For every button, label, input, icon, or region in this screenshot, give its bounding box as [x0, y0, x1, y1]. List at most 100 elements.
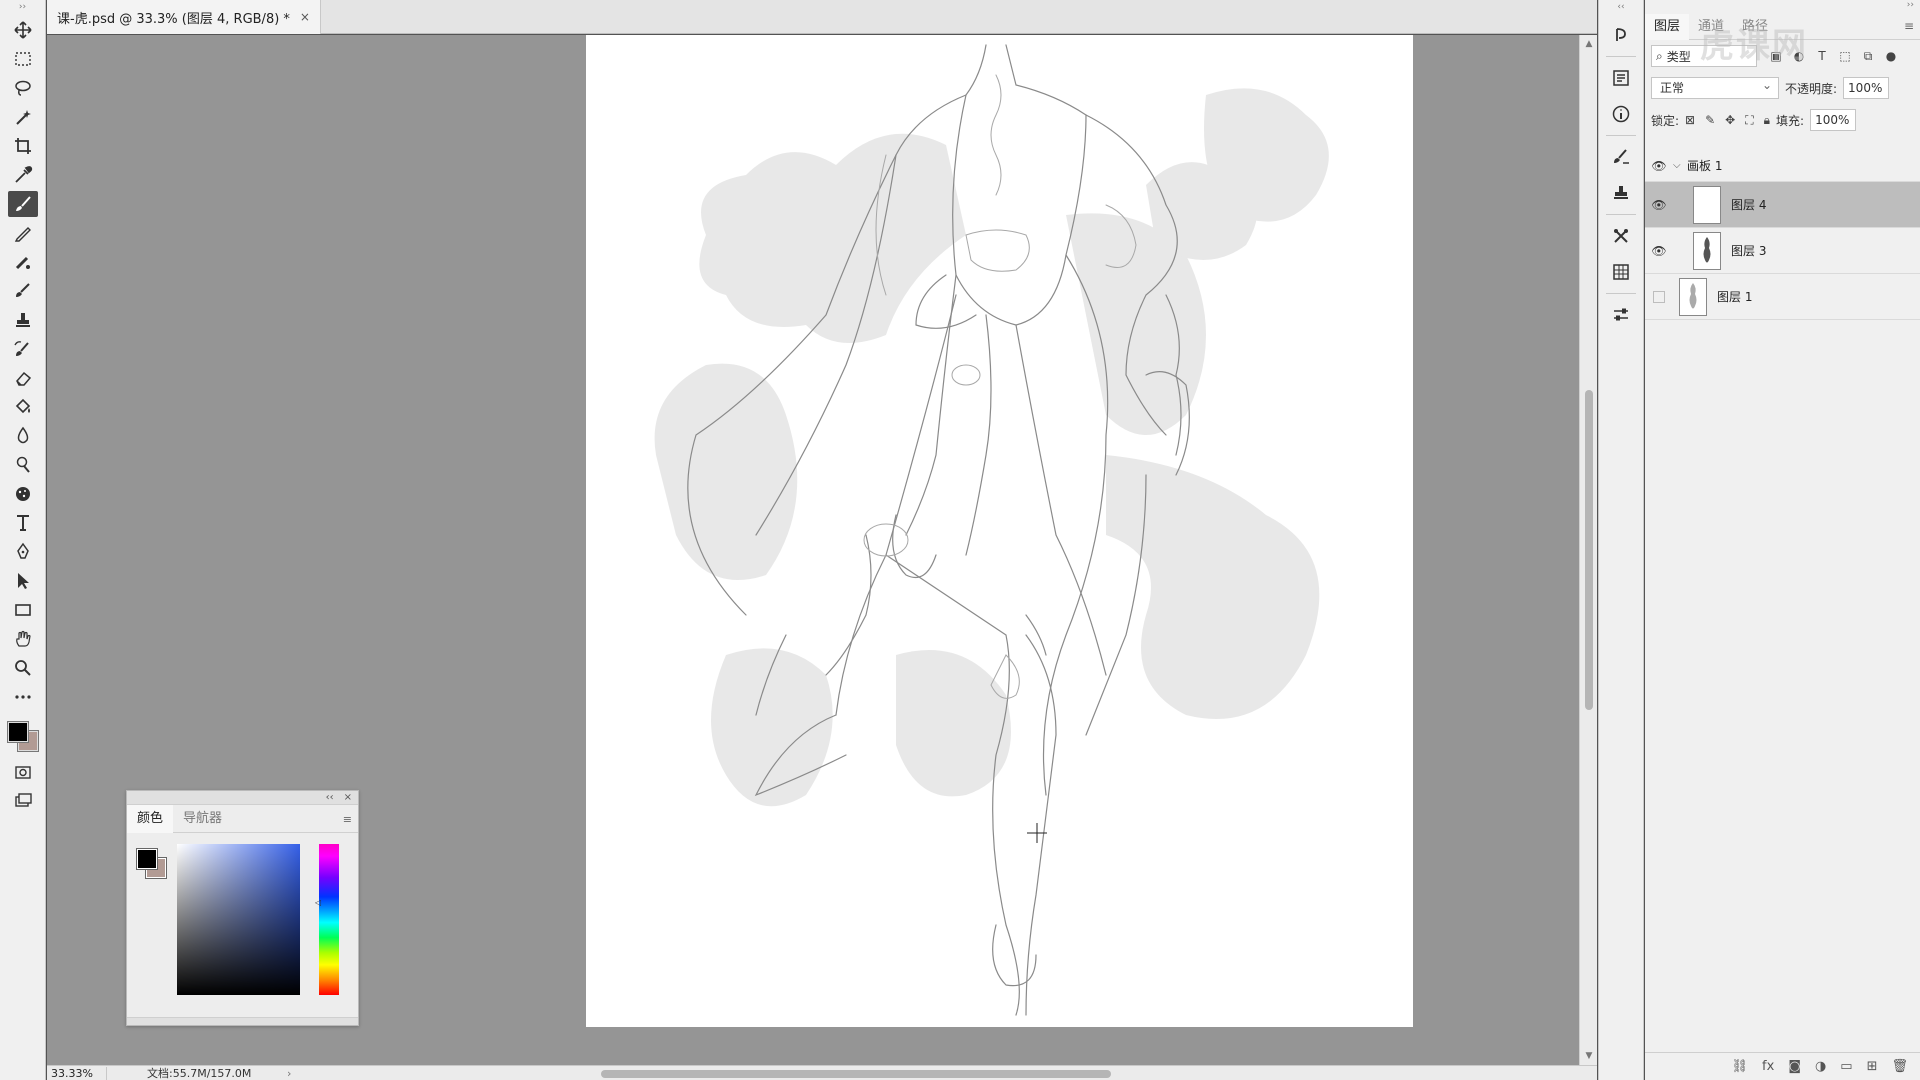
- path-selection-tool-icon[interactable]: [8, 568, 38, 594]
- zoom-tool-icon[interactable]: [8, 655, 38, 681]
- chevron-down-icon[interactable]: ⌵: [1673, 160, 1687, 171]
- panel-menu-icon[interactable]: ≡: [343, 813, 352, 826]
- layers-panel-menu-icon[interactable]: ≡: [1904, 19, 1914, 33]
- screen-mode-icon[interactable]: [8, 788, 38, 814]
- tab-layers[interactable]: 图层: [1645, 13, 1690, 40]
- visibility-toggle-empty[interactable]: [1653, 290, 1665, 303]
- filter-type-icon[interactable]: T: [1815, 49, 1829, 63]
- filter-toggle-icon[interactable]: ●: [1884, 49, 1898, 63]
- visibility-eye-icon[interactable]: 👁︎: [1645, 244, 1673, 258]
- layers-footer-toolbar: ⛓ fx ◙ ◑ ▭ ⊞ 🗑︎: [1645, 1052, 1920, 1080]
- sponge-tool-icon[interactable]: [8, 481, 38, 507]
- brush-tool-icon[interactable]: [7, 191, 38, 217]
- artboard-canvas[interactable]: [586, 35, 1413, 1027]
- layer-row[interactable]: 👁︎ 图层 3: [1645, 228, 1920, 274]
- lock-all-icon[interactable]: 🔒︎: [1764, 113, 1770, 128]
- swatches-panel-icon[interactable]: [1606, 257, 1636, 287]
- zoom-level[interactable]: 33.33%: [47, 1066, 107, 1080]
- properties-panel-icon[interactable]: [1606, 63, 1636, 93]
- sketch-drawing: [654, 44, 1329, 1016]
- lock-artboard-icon[interactable]: ⛶: [1745, 113, 1753, 128]
- color-panel-resize-handle[interactable]: [127, 1017, 358, 1025]
- opacity-input[interactable]: 100%: [1843, 77, 1890, 99]
- visibility-eye-icon[interactable]: 👁︎: [1645, 159, 1673, 173]
- type-tool-icon[interactable]: [8, 510, 38, 536]
- crop-tool-icon[interactable]: [8, 133, 38, 159]
- history-panel-icon[interactable]: [1606, 20, 1636, 50]
- rectangle-tool-icon[interactable]: [8, 597, 38, 623]
- hand-tool-icon[interactable]: [8, 626, 38, 652]
- tab-navigator[interactable]: 导航器: [173, 805, 232, 833]
- blend-mode-select[interactable]: 正常: [1651, 75, 1779, 99]
- trash-icon[interactable]: 🗑︎: [1891, 1059, 1908, 1074]
- adjustment-icon[interactable]: ◑: [1815, 1059, 1826, 1074]
- scroll-up-icon[interactable]: ▲: [1580, 39, 1598, 49]
- pencil-tool-icon[interactable]: [8, 220, 38, 246]
- layer-row[interactable]: 图层 1: [1645, 274, 1920, 320]
- document-tab[interactable]: 课-虎.psd @ 33.3% (图层 4, RGB/8) * ×: [47, 0, 321, 34]
- collapse-panel-icon[interactable]: ‹‹: [326, 791, 334, 804]
- history-brush-tool-icon[interactable]: [8, 336, 38, 362]
- filter-smart-object-icon[interactable]: ⧉: [1861, 49, 1875, 63]
- marquee-tool-icon[interactable]: [8, 46, 38, 72]
- info-panel-icon[interactable]: [1606, 99, 1636, 129]
- close-tab-icon[interactable]: ×: [300, 10, 310, 24]
- status-bar: 33.33% 文档:55.7M/157.0M ›: [47, 1065, 1597, 1080]
- visibility-eye-icon[interactable]: 👁︎: [1645, 198, 1673, 212]
- horizontal-scroll-thumb[interactable]: [601, 1069, 1111, 1078]
- new-layer-icon[interactable]: ⊞: [1867, 1059, 1878, 1074]
- eyedropper-tool-icon[interactable]: [8, 162, 38, 188]
- color-swatches[interactable]: [3, 716, 43, 756]
- saturation-brightness-field[interactable]: [177, 844, 300, 995]
- pen-tool-icon[interactable]: [8, 539, 38, 565]
- hue-marker-icon[interactable]: ◁: [315, 898, 321, 907]
- tab-color[interactable]: 颜色: [127, 804, 174, 833]
- dodge-tool-icon[interactable]: [8, 452, 38, 478]
- clone-source-icon[interactable]: [1606, 178, 1636, 208]
- layer-name: 图层 4: [1731, 198, 1767, 212]
- clone-stamp-tool-icon[interactable]: [8, 307, 38, 333]
- fill-input[interactable]: 100%: [1810, 109, 1857, 131]
- scroll-down-icon[interactable]: ▼: [1580, 1051, 1598, 1061]
- vertical-scrollbar[interactable]: ▲ ▼: [1579, 35, 1597, 1065]
- document-tab-bar: 课-虎.psd @ 33.3% (图层 4, RGB/8) * ×: [47, 0, 1597, 34]
- lasso-tool-icon[interactable]: [8, 75, 38, 101]
- hue-slider[interactable]: [319, 844, 339, 995]
- quick-mask-icon[interactable]: [8, 759, 38, 785]
- fx-icon[interactable]: fx: [1762, 1059, 1774, 1074]
- paint-bucket-tool-icon[interactable]: [8, 394, 38, 420]
- layers-panel-grip[interactable]: ››: [1645, 0, 1920, 14]
- lock-transparent-icon[interactable]: ⊠: [1685, 113, 1695, 128]
- move-tool-icon[interactable]: [8, 17, 38, 43]
- brush-cursor-crosshair: [1027, 823, 1047, 843]
- close-panel-icon[interactable]: ×: [344, 791, 352, 804]
- layer-group-row[interactable]: 👁︎ ⌵ 画板 1: [1645, 150, 1920, 182]
- status-menu-icon[interactable]: ›: [287, 1067, 301, 1080]
- layers-panel: ›› 图层 通道 路径 ≡ ⌕ 类型 ▣ ◐ T ⬚ ⧉ ● 正常 不透明度: …: [1645, 0, 1920, 1080]
- filter-shape-icon[interactable]: ⬚: [1838, 49, 1852, 63]
- dock-grip[interactable]: ‹‹: [1599, 0, 1643, 14]
- link-icon[interactable]: ⛓: [1732, 1059, 1749, 1074]
- panel-foreground-swatch[interactable]: [136, 848, 158, 870]
- blend-opacity-row: 正常 不透明度: 100%: [1645, 72, 1920, 104]
- vertical-scroll-thumb[interactable]: [1585, 390, 1593, 710]
- tool-presets-icon[interactable]: [1606, 221, 1636, 251]
- lock-image-icon[interactable]: ✎: [1705, 113, 1715, 128]
- horizontal-scrollbar[interactable]: [301, 1066, 1597, 1080]
- more-tools-icon[interactable]: [8, 684, 38, 710]
- toolbar-grip[interactable]: ››: [0, 0, 45, 14]
- layer-thumbnail: [1693, 185, 1721, 224]
- mixer-brush-tool-icon[interactable]: [8, 278, 38, 304]
- folder-icon[interactable]: ▭: [1840, 1059, 1852, 1074]
- color-panel-titlebar[interactable]: ‹‹ ×: [127, 791, 358, 805]
- adjustments-panel-icon[interactable]: [1606, 300, 1636, 330]
- healing-brush-tool-icon[interactable]: [8, 249, 38, 275]
- brush-settings-icon[interactable]: [1606, 142, 1636, 172]
- blur-tool-icon[interactable]: [8, 423, 38, 449]
- mask-icon[interactable]: ◙: [1788, 1059, 1801, 1074]
- magic-wand-tool-icon[interactable]: [8, 104, 38, 130]
- lock-position-icon[interactable]: ✥: [1725, 113, 1735, 128]
- foreground-color-swatch[interactable]: [6, 721, 29, 743]
- eraser-tool-icon[interactable]: [8, 365, 38, 391]
- layer-row[interactable]: 👁︎ 图层 4: [1645, 182, 1920, 228]
